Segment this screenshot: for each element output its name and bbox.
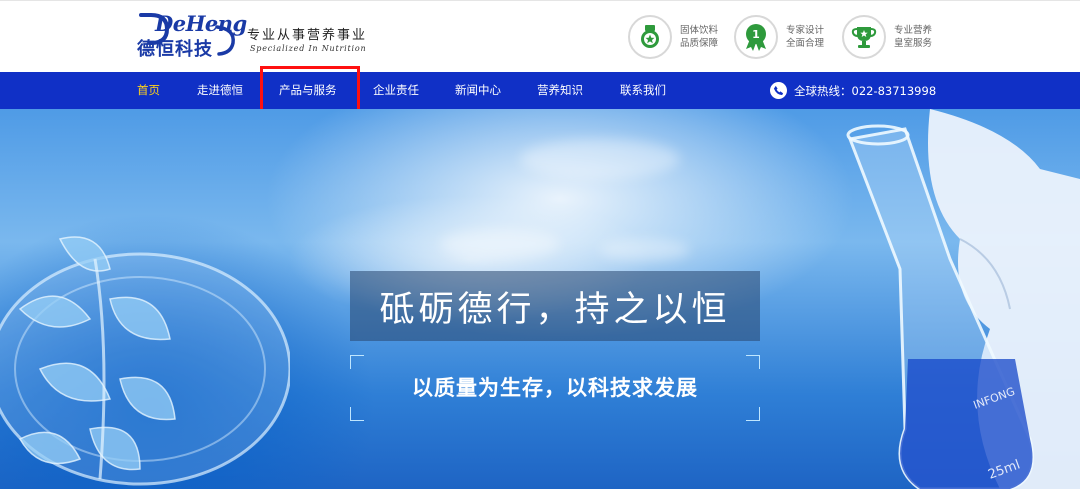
nav-item-about[interactable]: 走进德恒 [197,72,243,109]
logo-swoosh-icon [215,25,235,56]
badge-expert-line2: 全面合理 [786,38,825,49]
badge-quality-line1: 固体饮料 [680,25,719,36]
logo-chinese-text: 德恒科技 [137,39,213,60]
petri-dish-plant-icon [0,236,290,486]
banner-subtitle: 以质量为生存，以科技求发展 [412,376,698,400]
banner-subtitle-frame: 以质量为生存，以科技求发展 [350,355,760,421]
slogan-english: Specialized In Nutrition [250,44,367,53]
banner-title: 砥砺德行，持之以恒 [379,289,731,330]
phone-icon [770,82,787,99]
medal-icon [628,15,672,59]
award-ribbon-icon: 1 [734,15,778,59]
hotline-text: 全球热线：022-83713998 [794,83,937,98]
hero-banner: INFONG 25ml 砥砺德行，持之以恒 以质量为生存，以科技求发展 [0,109,1080,489]
nav-item-contact[interactable]: 联系我们 [620,72,666,109]
banner-title-box: 砥砺德行，持之以恒 [350,271,760,341]
hotline: 全球热线：022-83713998 [770,72,936,109]
badge-expert: 1 专家设计 全面合理 [734,13,834,61]
nav-item-responsibility[interactable]: 企业责任 [373,72,419,109]
nav-item-news[interactable]: 新闻中心 [455,72,501,109]
site-header: DeHeng 德恒科技 专业从事营养事业 Specialized In Nutr… [0,0,1080,72]
badge-service-line2: 皇室服务 [894,38,933,49]
slogan-chinese: 专业从事营养事业 [247,28,368,43]
badge-quality-line2: 品质保障 [680,38,719,49]
lab-flask-hand-icon: INFONG 25ml [846,109,1080,489]
bokeh-light [600,239,690,261]
trophy-icon [842,15,886,59]
badge-expert-line1: 专家设计 [786,25,825,36]
bokeh-light [440,229,560,259]
nav-item-products-services[interactable]: 产品与服务 [279,72,337,109]
badge-quality: 固体饮料 品质保障 [628,13,728,61]
nav-item-home[interactable]: 首页 [137,72,160,109]
site-logo[interactable]: DeHeng 德恒科技 专业从事营养事业 Specialized In Nutr… [137,9,377,67]
badge-service: 专业营养 皇室服务 [842,13,942,61]
nav-item-nutrition[interactable]: 营养知识 [537,72,583,109]
bokeh-light [520,139,680,179]
badge-service-line1: 专业营养 [894,25,933,36]
svg-text:1: 1 [752,28,760,41]
